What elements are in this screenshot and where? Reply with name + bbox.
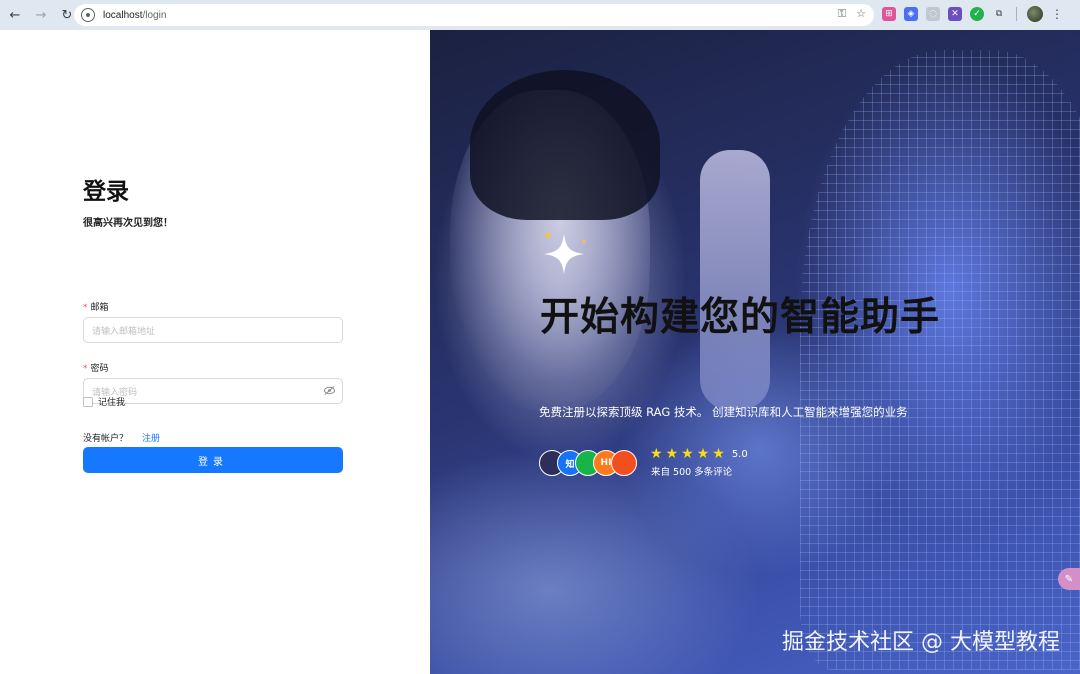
page-subtitle: 很高兴再次见到您！ xyxy=(83,218,173,229)
login-panel xyxy=(0,30,430,674)
remember-checkbox[interactable] xyxy=(83,396,93,407)
wireframe-figure xyxy=(800,50,1080,670)
star-icon: ★ xyxy=(650,446,663,462)
site-info-icon[interactable] xyxy=(81,8,95,22)
browser-menu-icon[interactable]: ⋮ xyxy=(1051,7,1063,21)
star-icon: ★ xyxy=(696,446,710,462)
star-icon: ★ xyxy=(665,446,679,462)
hero-image xyxy=(470,70,660,220)
browser-toolbar: ← → ↻ localhost/login ⚿ ☆ ⊞ ◈ ◌ ✕ ✓ ⧉ ⋮ xyxy=(0,0,1080,30)
extensions-puzzle-icon[interactable]: ⧉ xyxy=(992,7,1006,21)
email-field[interactable]: 请输入邮箱地址 xyxy=(83,317,343,343)
rating-stars: ★ ★ ★ ★ ★ 5.0 xyxy=(650,446,748,462)
eye-off-icon[interactable] xyxy=(324,386,335,398)
extension-icon[interactable]: ◈ xyxy=(904,7,918,21)
register-prompt: 没有帐户？ 注册 xyxy=(83,431,160,444)
avatar xyxy=(611,450,637,476)
review-count: 来自 500 多条评论 xyxy=(651,467,733,478)
hero-subtitle: 免费注册以探索顶级 RAG 技术。 创建知识库和人工智能来增强您的业务 xyxy=(539,405,908,419)
key-icon[interactable]: ⚿ xyxy=(838,7,846,21)
url-text[interactable]: localhost/login xyxy=(103,10,166,21)
password-label: * 密码 xyxy=(83,364,109,374)
register-link[interactable]: 注册 xyxy=(142,431,160,444)
toolbar-divider xyxy=(1016,7,1017,21)
star-icon: ★ xyxy=(712,446,725,462)
user-avatars: 知 HI xyxy=(539,450,637,476)
star-icon: ★ xyxy=(681,446,694,462)
login-button[interactable]: 登录 xyxy=(83,447,343,473)
profile-avatar[interactable] xyxy=(1027,6,1043,22)
extension-icon[interactable]: ✓ xyxy=(970,7,984,21)
back-icon[interactable]: ← xyxy=(4,4,26,26)
bookmark-star-icon[interactable]: ☆ xyxy=(856,7,866,21)
remember-me[interactable]: 记住我 xyxy=(83,395,125,408)
address-bar[interactable]: localhost/login ⚿ ☆ xyxy=(74,4,874,26)
extension-icon[interactable]: ⊞ xyxy=(882,7,896,21)
watermark: 掘金技术社区 @ 大模型教程 xyxy=(782,630,1060,655)
sparkle-icon xyxy=(543,230,587,274)
rating-value: 5.0 xyxy=(731,448,748,460)
extension-icon[interactable]: ◌ xyxy=(926,7,940,21)
forward-icon[interactable]: → xyxy=(30,4,52,26)
extension-icon[interactable]: ✕ xyxy=(948,7,962,21)
email-label: * 邮箱 xyxy=(83,303,109,313)
page-title: 登录 xyxy=(83,179,129,205)
hero-title: 开始构建您的智能助手 xyxy=(540,295,941,340)
floating-assistant-icon[interactable]: ✎ xyxy=(1058,568,1080,590)
hero-panel: 开始构建您的智能助手 免费注册以探索顶级 RAG 技术。 创建知识库和人工智能来… xyxy=(430,30,1080,674)
hero-image xyxy=(700,150,770,410)
